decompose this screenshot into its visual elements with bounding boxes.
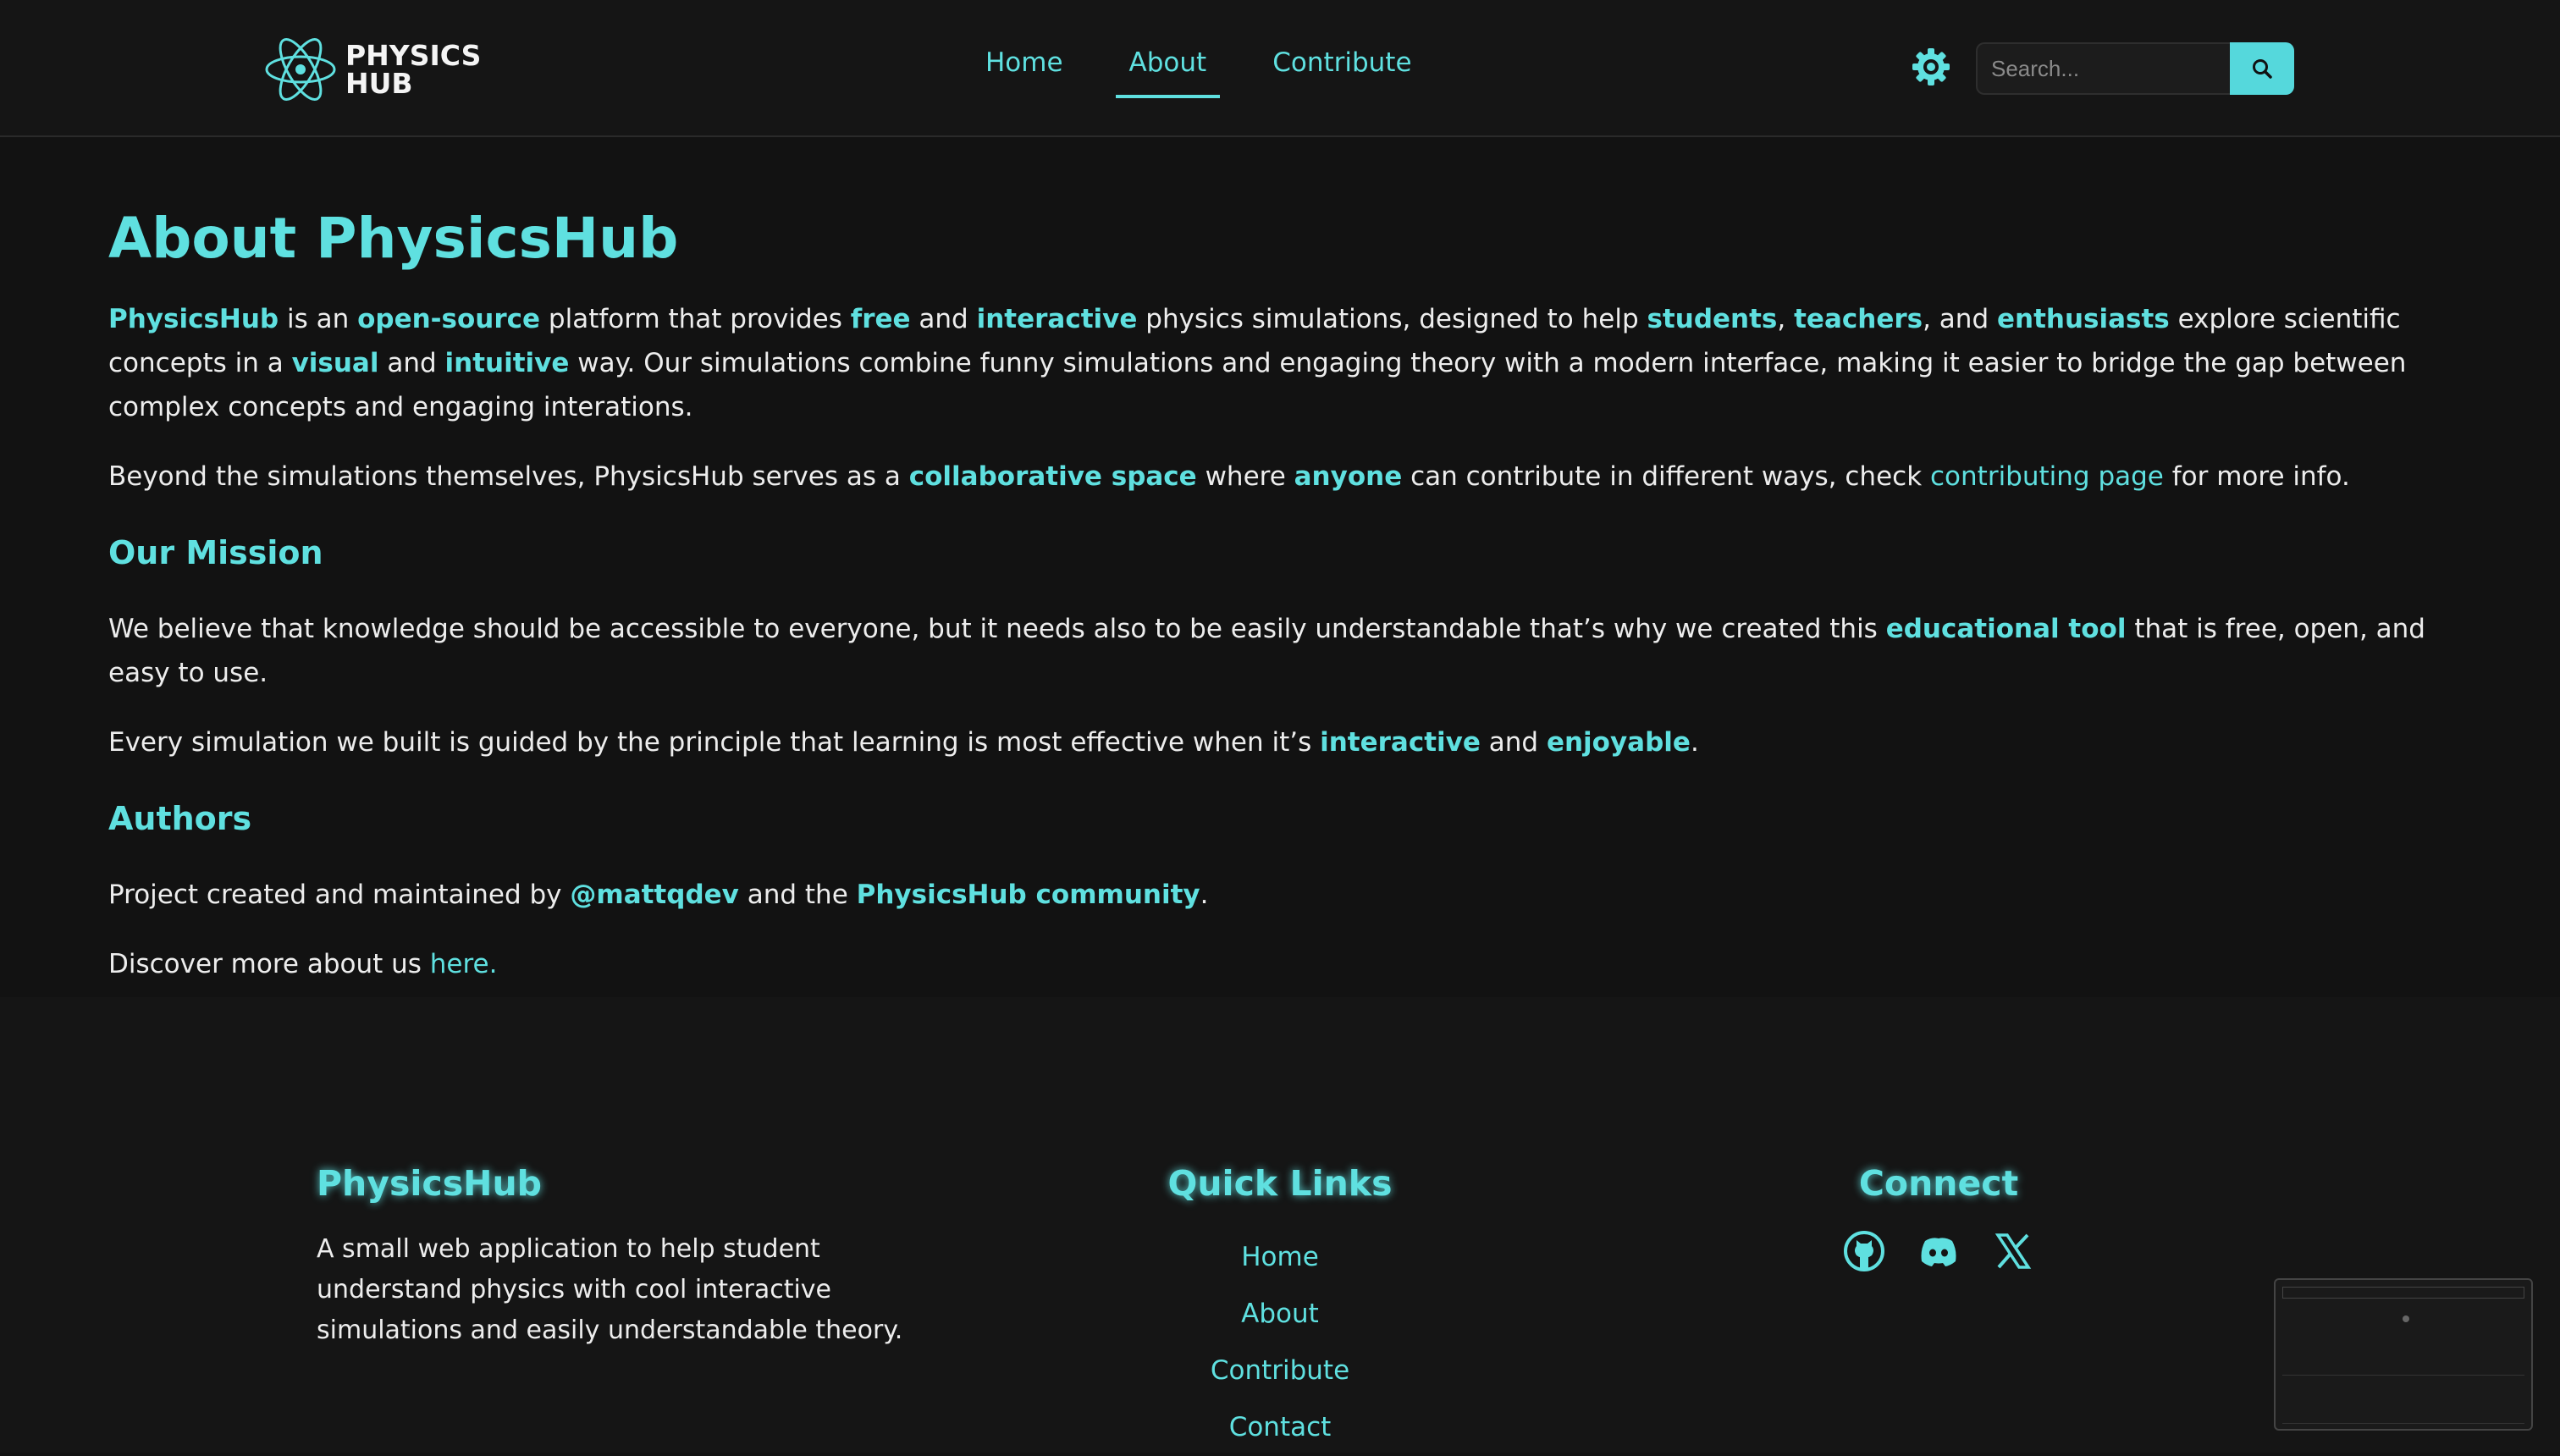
text: , and	[1923, 304, 1997, 335]
text: where	[1196, 461, 1294, 493]
text: platform that provides	[540, 304, 851, 335]
site-footer: PhysicsHub A small web application to he…	[0, 997, 2560, 1453]
footer-brand-title: PhysicsHub	[317, 1163, 542, 1204]
mission-heading: Our Mission	[108, 534, 323, 572]
connect-title: Connect	[1858, 1163, 2019, 1204]
nav-about[interactable]: About	[1115, 47, 1221, 98]
highlight: educational tool	[1885, 614, 2127, 645]
page: PHYSICS HUB Home About Contribute Search…	[0, 0, 2560, 1453]
author-handle: @mattqdev	[570, 880, 739, 911]
preview-dot	[2403, 1315, 2409, 1322]
text: and the	[738, 880, 857, 911]
search-bar	[1976, 42, 2294, 95]
highlight: open-source	[357, 304, 541, 335]
footer-brand-description: A small web application to help student …	[317, 1234, 903, 1345]
social-links	[1769, 1229, 2108, 1273]
text: We believe that knowledge should be acce…	[108, 614, 1886, 645]
mission-paragraph-1: We believe that knowledge should be acce…	[108, 607, 2462, 695]
highlight: interactive	[1320, 727, 1481, 758]
main-content: About PhysicsHub PhysicsHub is an open-s…	[108, 137, 2462, 1012]
community-name: PhysicsHub community	[856, 880, 1200, 911]
page-title: About PhysicsHub	[108, 206, 679, 271]
footer-link-contact[interactable]: Contact	[1111, 1399, 1449, 1456]
footer-quick-links: Quick Links Home About Contribute Contac…	[1111, 1163, 1449, 1456]
highlight: interactive	[976, 304, 1138, 335]
text: is an	[279, 304, 358, 335]
highlight: free	[850, 304, 911, 335]
highlight: PhysicsHub	[108, 304, 279, 335]
discover-paragraph: Discover more about us here.	[108, 942, 2462, 986]
text: and	[910, 304, 977, 335]
footer-brand: PhysicsHub A small web application to he…	[317, 1163, 926, 1351]
highlight: enthusiasts	[1996, 304, 2170, 335]
footer-link-about[interactable]: About	[1111, 1286, 1449, 1343]
discord-icon[interactable]	[1917, 1229, 1961, 1273]
nav-contribute[interactable]: Contribute	[1259, 47, 1425, 98]
text: .	[1690, 727, 1699, 758]
preview-grid	[2282, 1375, 2524, 1424]
intro-paragraph: PhysicsHub is an open-source platform th…	[108, 297, 2462, 429]
quick-links-list: Home About Contribute Contact	[1111, 1229, 1449, 1456]
authors-heading: Authors	[108, 800, 252, 838]
logo-text: PHYSICS HUB	[345, 41, 481, 97]
here-link[interactable]: here.	[430, 949, 498, 979]
footer-connect: Connect	[1769, 1163, 2108, 1273]
highlight: anyone	[1294, 461, 1403, 493]
text: ,	[1777, 304, 1795, 335]
text: for more info.	[2163, 461, 2350, 493]
text: can contribute in different ways, check	[1402, 461, 1931, 493]
search-input[interactable]	[1976, 42, 2230, 95]
highlight: enjoyable	[1546, 727, 1691, 758]
logo-line-2: HUB	[345, 67, 413, 100]
main-nav: Home About Contribute	[972, 47, 1465, 98]
github-icon[interactable]	[1842, 1229, 1886, 1273]
text: physics simulations, designed to help	[1137, 304, 1647, 335]
atom-icon	[265, 38, 336, 101]
contributing-page-link[interactable]: contributing page	[1930, 461, 2164, 492]
highlight: students	[1647, 304, 1778, 335]
text: Beyond the simulations themselves, Physi…	[108, 461, 909, 493]
text: and	[378, 348, 445, 379]
text: Discover more about us	[108, 949, 430, 980]
text: and	[1480, 727, 1547, 758]
logo-line-1: PHYSICS	[345, 39, 482, 72]
footer-link-home[interactable]: Home	[1111, 1229, 1449, 1286]
preview-top-bar	[2282, 1287, 2524, 1299]
search-icon	[2253, 59, 2272, 79]
x-icon[interactable]	[1991, 1229, 2035, 1273]
highlight: intuitive	[444, 348, 570, 379]
collaboration-paragraph: Beyond the simulations themselves, Physi…	[108, 455, 2462, 499]
nav-home[interactable]: Home	[972, 47, 1077, 98]
site-header: PHYSICS HUB Home About Contribute	[0, 0, 2560, 137]
authors-paragraph: Project created and maintained by @mattq…	[108, 873, 2462, 917]
highlight: collaborative space	[908, 461, 1197, 493]
mission-paragraph-2: Every simulation we built is guided by t…	[108, 720, 2462, 764]
screen-preview-thumbnail[interactable]	[2274, 1278, 2533, 1431]
text: Every simulation we built is guided by t…	[108, 727, 1321, 758]
logo[interactable]: PHYSICS HUB	[264, 29, 481, 110]
highlight: visual	[291, 348, 379, 379]
text: Project created and maintained by	[108, 880, 571, 911]
text: .	[1200, 880, 1209, 911]
theme-toggle-gear-icon[interactable]	[1912, 47, 1950, 86]
highlight: teachers	[1794, 304, 1923, 335]
search-button[interactable]	[2230, 42, 2294, 95]
footer-link-contribute[interactable]: Contribute	[1111, 1343, 1449, 1399]
quick-links-title: Quick Links	[1167, 1163, 1393, 1204]
